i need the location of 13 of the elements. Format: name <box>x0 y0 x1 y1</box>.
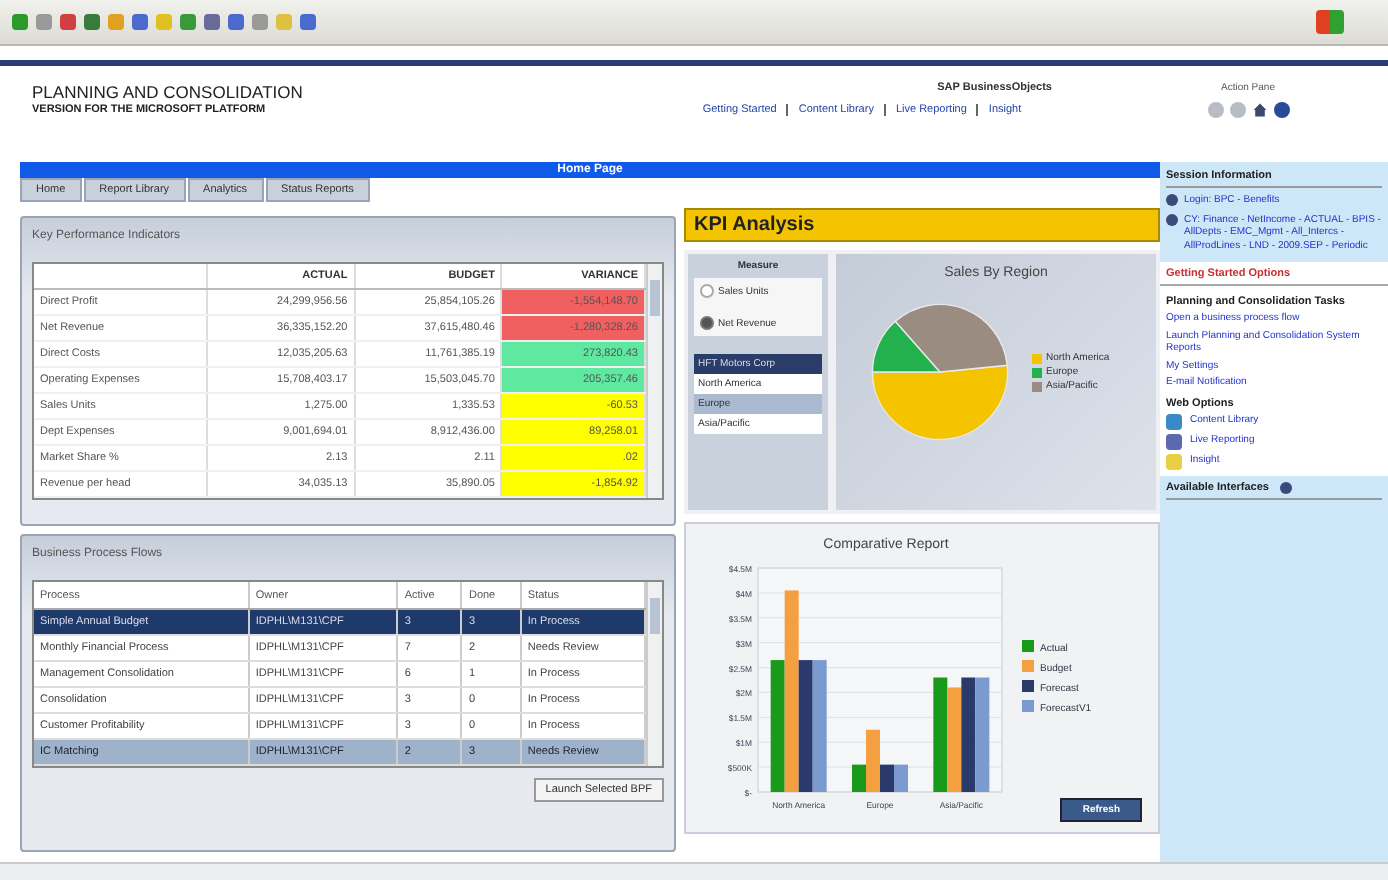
legend-swatch <box>1022 640 1034 652</box>
radio-icon[interactable] <box>700 284 714 298</box>
home-icon[interactable] <box>1251 102 1267 118</box>
radio-icon[interactable] <box>700 316 714 330</box>
scrollbar[interactable] <box>646 582 662 766</box>
legend-swatch <box>1022 660 1034 672</box>
windows-flag-icon <box>1316 10 1344 34</box>
app-title: PLANNING AND CONSOLIDATION <box>32 82 305 102</box>
scrollbar[interactable] <box>0 862 1388 880</box>
legend-swatch <box>1022 700 1034 712</box>
section-title: KPI Analysis <box>684 208 1160 242</box>
scrollbar[interactable] <box>646 264 662 498</box>
legend-swatch <box>1022 680 1034 692</box>
